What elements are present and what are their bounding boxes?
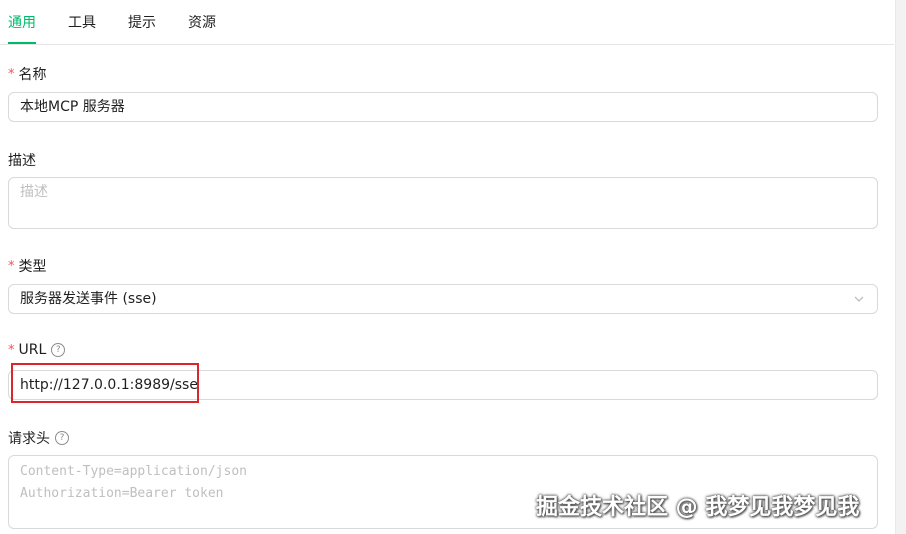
type-select[interactable]: 服务器发送事件 (sse)	[8, 284, 878, 314]
headers-label-text: 请求头	[8, 431, 50, 447]
vertical-scrollbar[interactable]	[895, 0, 906, 534]
headers-placeholder-line-1: Content-Type=application/json	[20, 464, 247, 479]
type-field-label: * 类型	[8, 256, 47, 276]
url-input[interactable]: http://127.0.0.1:8989/sse	[8, 370, 878, 400]
tab-resources[interactable]: 资源	[188, 12, 216, 32]
description-placeholder: 描述	[20, 184, 48, 200]
tab-prompts[interactable]: 提示	[128, 12, 156, 32]
description-field-label: 描述	[8, 150, 36, 170]
description-textarea[interactable]: 描述	[8, 177, 878, 229]
question-circle-icon[interactable]: ?	[55, 431, 69, 445]
question-circle-icon[interactable]: ?	[51, 343, 66, 357]
tab-bar: 通用 工具 提示 资源	[0, 0, 894, 45]
tab-tools[interactable]: 工具	[68, 12, 96, 32]
chevron-down-icon	[854, 296, 864, 302]
url-label-text: URL	[18, 342, 47, 358]
name-input[interactable]: 本地MCP 服务器	[8, 92, 878, 122]
headers-field-label: 请求头 ?	[8, 428, 69, 448]
type-select-value: 服务器发送事件 (sse)	[20, 291, 157, 307]
name-label-text: 名称	[18, 67, 47, 83]
active-tab-indicator	[8, 42, 36, 44]
type-label-text: 类型	[18, 259, 47, 275]
name-field-label: * 名称	[8, 64, 47, 84]
mcp-server-settings-panel: 通用 工具 提示 资源 * 名称 本地MCP 服务器 描述 描述 * 类型 服务…	[0, 0, 906, 534]
url-input-value: http://127.0.0.1:8989/sse	[20, 377, 198, 393]
description-label-text: 描述	[8, 153, 36, 169]
url-field-label: * URL ?	[8, 342, 66, 358]
name-input-value: 本地MCP 服务器	[20, 99, 125, 115]
watermark: 掘金技术社区 @ 我梦见我梦见我	[536, 495, 860, 520]
tab-general[interactable]: 通用	[8, 12, 36, 32]
required-mark: *	[8, 66, 15, 82]
required-mark: *	[8, 258, 15, 274]
required-mark: *	[8, 342, 15, 358]
